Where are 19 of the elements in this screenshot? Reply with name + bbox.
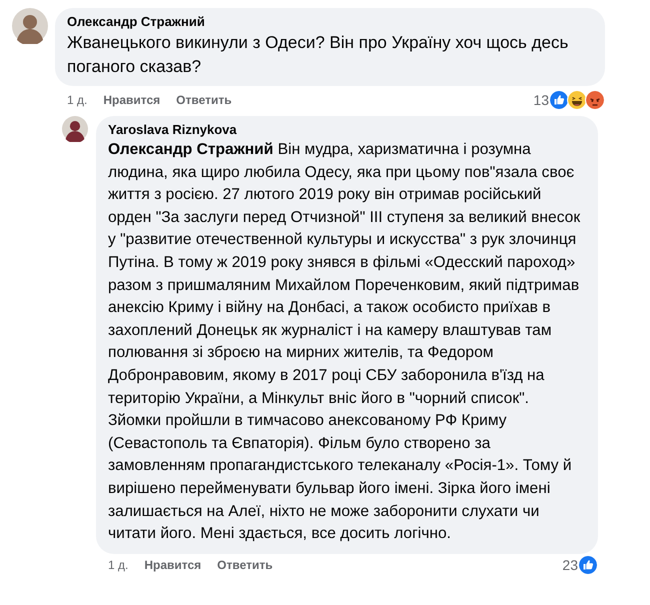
reaction-summary[interactable]: 13 bbox=[533, 90, 605, 110]
like-link[interactable]: Нравится bbox=[103, 93, 160, 107]
avatar[interactable] bbox=[12, 8, 48, 44]
author-name[interactable]: Олександр Стражний bbox=[67, 14, 593, 29]
like-link[interactable]: Нравится bbox=[144, 558, 202, 572]
timestamp[interactable]: 1 д. bbox=[108, 558, 128, 572]
timestamp[interactable]: 1 д. bbox=[67, 93, 88, 107]
laughing-face-icon bbox=[567, 90, 587, 110]
mention-link[interactable]: Олександр Стражний bbox=[108, 141, 274, 158]
avatar[interactable] bbox=[62, 116, 88, 142]
comment-text: Жванецького викинули з Одеси? Він про Україну хоч щось десь поганого сказав? bbox=[67, 32, 570, 78]
angry-face-icon bbox=[585, 90, 605, 110]
author-name[interactable]: Yaroslava Riznykova bbox=[108, 122, 586, 137]
like-icon bbox=[549, 90, 569, 110]
comment-text: Олександр Стражний Він мудра, харизматична і розумна людина, яка щиро любила Одесу, яка при цьому пов"язала своє життя з росією. 27 лютого 2019 року він отримав російський орден "За заслуги перед Отчизной" III ступеня за великий внесок у "развитие отечественной культуры и искусства" з рук злочинця Путіна. В тому ж 2019 року знявся в фільмі «Одесский пароход» разом з пришмаляним Михайлом Пореченковим, який підтримав анексію Криму і війну на Донбасі, а також особисто приїхав в захоплений Донецьк як журналіст і на камеру влаштував там полювання зі зброєю на мирних жителів, та Федором Добронравовим, якому в 2017 році СБУ заборонила в'їзд на територію України, а Мінкульт вніс його в "чорний список". Зйомки пройшли в тимчасово анексованому РФ Криму (Севастополь та Євпаторія). Фільм було створено за замовленням пропагандистського телеканалу «Росія-1». Тому й вирішено перейменувати бульвар його імені. Зірка його імені залишається на Алеї, ніхто не може заборонити слухати чи читати його. Мені здається, все досить логічно. bbox=[108, 140, 582, 544]
like-icon bbox=[578, 554, 598, 575]
reply-link[interactable]: Ответить bbox=[176, 93, 232, 107]
reaction-summary[interactable]: 23 bbox=[562, 554, 598, 575]
reply-link[interactable]: Ответить bbox=[217, 558, 273, 572]
